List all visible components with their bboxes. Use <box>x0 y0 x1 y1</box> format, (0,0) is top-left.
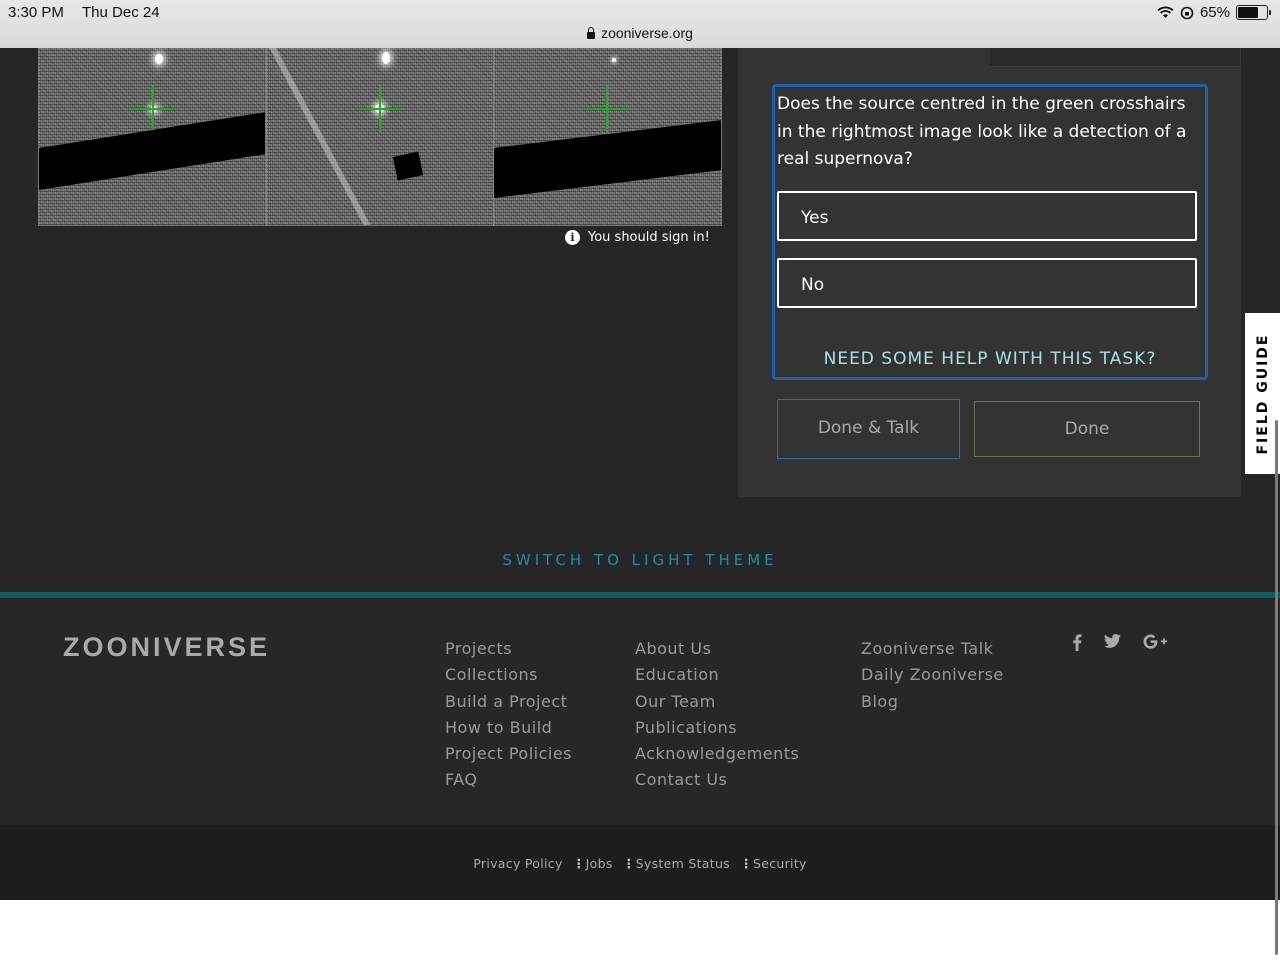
done-and-talk-button[interactable]: Done & Talk <box>777 399 960 459</box>
footer-link[interactable]: Publications <box>635 715 799 741</box>
system-status-link[interactable]: System Status <box>636 856 730 871</box>
sign-in-text: You should sign in! <box>588 230 710 245</box>
footer-link[interactable]: Build a Project <box>445 689 572 715</box>
subject-panel-reference <box>266 48 495 225</box>
footer-link[interactable]: Daily Zooniverse <box>861 662 1004 688</box>
ios-status-bar: 3:30 PM Thu Dec 24 65% zooniverse.org <box>0 0 1280 48</box>
footer-col-projects: Projects Collections Build a Project How… <box>445 636 572 794</box>
footer-link[interactable]: FAQ <box>445 767 572 793</box>
legal-bar: Privacy Policy ⋮Jobs ⋮System Status ⋮Securi… <box>0 825 1280 900</box>
subject-panel-difference <box>494 48 722 225</box>
subject-image-strip[interactable] <box>38 48 722 226</box>
security-link[interactable]: Security <box>753 856 807 871</box>
battery-icon <box>1236 5 1271 20</box>
footer-link[interactable]: Project Policies <box>445 741 572 767</box>
footer-link[interactable]: Education <box>635 662 799 688</box>
date: Thu Dec 24 <box>82 4 160 21</box>
task-box: Does the source centred in the green cro… <box>772 84 1208 380</box>
site-footer: ZOONIVERSE Projects Collections Build a … <box>0 592 1280 831</box>
legal-links: Privacy Policy ⋮Jobs ⋮System Status ⋮Securi… <box>473 856 807 871</box>
footer-link[interactable]: Acknowledgements <box>635 741 799 767</box>
page-scrollbar[interactable] <box>1275 420 1278 955</box>
footer-link[interactable]: Collections <box>445 662 572 688</box>
facebook-icon[interactable] <box>1072 634 1082 651</box>
answer-yes[interactable]: Yes <box>777 191 1197 241</box>
clock: 3:30 PM <box>8 4 64 21</box>
footer-link[interactable]: How to Build <box>445 715 572 741</box>
lock-icon <box>587 27 596 39</box>
twitter-icon[interactable] <box>1104 634 1121 648</box>
subject-panel-new <box>39 48 267 225</box>
task-area: Does the source centred in the green cro… <box>738 48 1241 497</box>
classifier-page: i You should sign in! Does the source ce… <box>0 48 1280 900</box>
jobs-link[interactable]: Jobs <box>586 856 613 871</box>
footer-col-talk: Zooniverse Talk Daily Zooniverse Blog <box>861 636 1004 715</box>
footer-link[interactable]: Projects <box>445 636 572 662</box>
task-question: Does the source centred in the green cro… <box>777 94 1187 169</box>
answer-no[interactable]: No <box>777 258 1197 308</box>
wifi-icon <box>1157 6 1174 18</box>
footer-link[interactable]: Zooniverse Talk <box>861 636 1004 662</box>
sign-in-notice[interactable]: i You should sign in! <box>565 230 710 245</box>
url-text: zooniverse.org <box>601 25 693 41</box>
done-button[interactable]: Done <box>974 401 1200 457</box>
footer-link[interactable]: About Us <box>635 636 799 662</box>
zooniverse-logo[interactable]: ZOONIVERSE <box>63 632 270 663</box>
info-icon: i <box>565 230 580 245</box>
social-links <box>1072 634 1167 651</box>
address-bar[interactable]: zooniverse.org <box>0 25 1280 41</box>
field-guide-label: FIELD GUIDE <box>1254 332 1271 455</box>
footer-link[interactable]: Blog <box>861 689 1004 715</box>
task-help-link[interactable]: NEED SOME HELP WITH THIS TASK? <box>775 349 1205 369</box>
google-plus-icon[interactable] <box>1143 634 1167 649</box>
orientation-lock-icon <box>1180 6 1194 19</box>
status-indicators: 65% <box>1157 4 1271 21</box>
crosshair-icon <box>356 86 403 132</box>
footer-link[interactable]: Our Team <box>635 689 799 715</box>
crosshair-icon <box>584 86 631 132</box>
battery-percent: 65% <box>1199 4 1230 21</box>
theme-toggle-link[interactable]: SWITCH TO LIGHT THEME <box>0 551 1280 569</box>
footer-col-about: About Us Education Our Team Publications… <box>635 636 799 794</box>
footer-link[interactable]: Contact Us <box>635 767 799 793</box>
privacy-policy-link[interactable]: Privacy Policy <box>473 856 562 871</box>
crosshair-icon <box>130 86 176 132</box>
